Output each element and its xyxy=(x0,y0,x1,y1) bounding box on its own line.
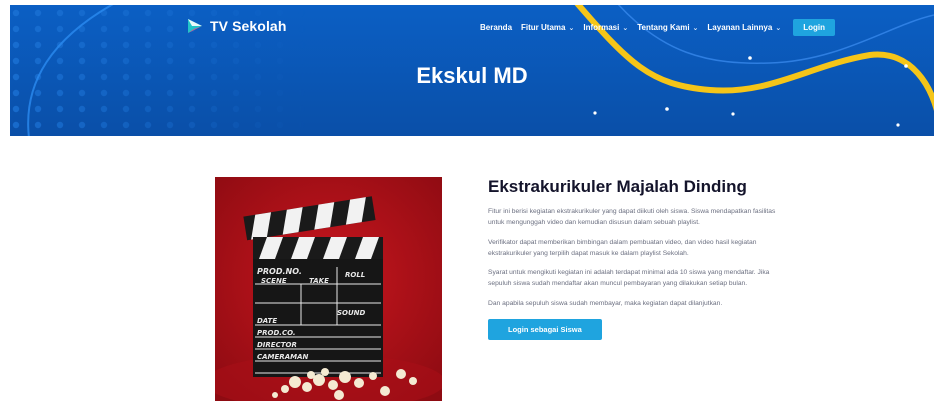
brand-name: TV Sekolah xyxy=(210,18,287,34)
login-as-student-button[interactable]: Login sebagai Siswa xyxy=(488,319,602,340)
nav-label: Layanan Lainnya xyxy=(707,23,773,32)
description-paragraph: Fitur ini berisi kegiatan ekstrakurikule… xyxy=(488,208,776,226)
description-paragraph: Verifikator dapat memberikan bimbingan d… xyxy=(488,238,757,257)
clapperboard-scene: SCENE xyxy=(261,277,287,285)
nav-item-layanan-lainnya[interactable]: Layanan Lainnya ⌄ xyxy=(707,23,781,32)
chevron-down-icon: ⌄ xyxy=(692,24,699,32)
clapperboard-illustration: PROD.NO. SCENE TAKE ROLL DATE SOUND PROD… xyxy=(215,177,442,401)
clapperboard-director: DIRECTOR xyxy=(257,341,297,349)
hero-banner: TV Sekolah Beranda Fitur Utama ⌄ Informas… xyxy=(10,5,934,136)
nav-label: Tentang Kami xyxy=(637,23,690,32)
section-heading: Ekstrakurikuler Majalah Dinding xyxy=(488,177,747,196)
clapperboard-take: TAKE xyxy=(309,277,329,285)
clapperboard-image: PROD.NO. SCENE TAKE ROLL DATE SOUND PROD… xyxy=(215,177,442,401)
nav-label: Fitur Utama xyxy=(521,23,566,32)
clapperboard-roll: ROLL xyxy=(345,271,365,279)
brand[interactable]: TV Sekolah xyxy=(186,17,286,35)
tv-sekolah-logo-icon xyxy=(188,19,202,33)
clapperboard-date: DATE xyxy=(257,317,277,325)
nav-label: Informasi xyxy=(583,23,620,32)
description-paragraph: Syarat untuk mengikuti kegiatan ini adal… xyxy=(488,269,770,287)
clapperboard-prod-co: PROD.CO. xyxy=(257,329,296,337)
nav-label: Beranda xyxy=(480,23,513,32)
chevron-down-icon: ⌄ xyxy=(622,24,629,32)
main-content: Ekstrakurikuler Majalah Dinding Fitur in… xyxy=(488,177,788,340)
login-button[interactable]: Login xyxy=(793,19,835,36)
nav-item-fitur-utama[interactable]: Fitur Utama ⌄ xyxy=(521,23,574,32)
chevron-down-icon: ⌄ xyxy=(568,24,575,32)
page-title: Ekskul MD xyxy=(416,63,528,88)
description-paragraph: Dan apabila sepuluh siswa sudah membayar… xyxy=(488,299,723,307)
nav-item-informasi[interactable]: Informasi ⌄ xyxy=(583,23,628,32)
main-navigation: Beranda Fitur Utama ⌄ Informasi ⌄ Tentang … xyxy=(480,19,835,36)
clapperboard-cameraman: CAMERAMAN xyxy=(257,353,308,361)
chevron-down-icon: ⌄ xyxy=(775,24,782,32)
nav-item-tentang-kami[interactable]: Tentang Kami ⌄ xyxy=(637,23,698,32)
clapperboard-sound: SOUND xyxy=(337,309,366,317)
clapperboard-prod-no: PROD.NO. xyxy=(257,267,302,276)
nav-item-beranda[interactable]: Beranda xyxy=(480,23,512,32)
